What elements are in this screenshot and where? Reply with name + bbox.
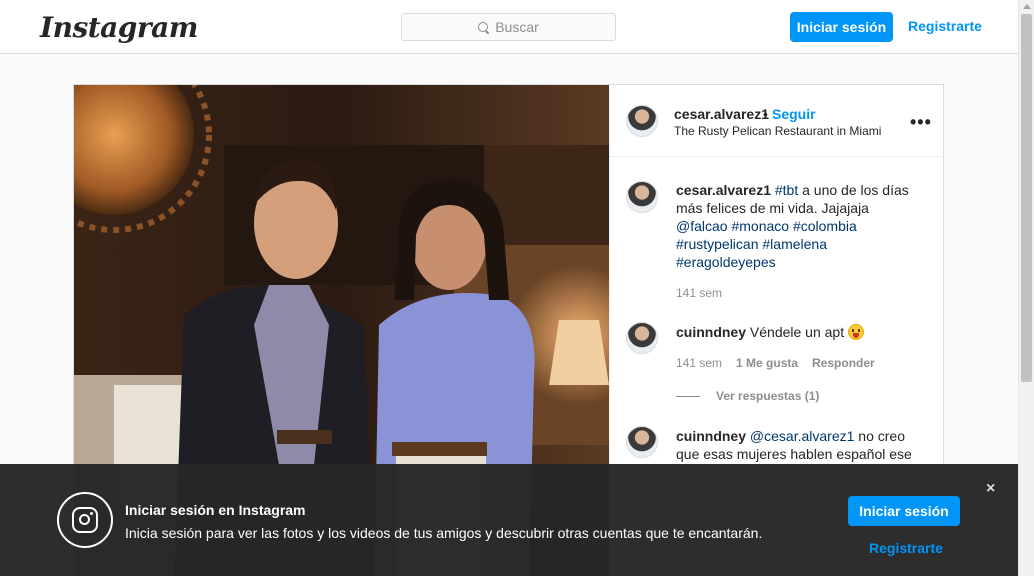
post-header: cesar.alvarez1 • Seguir The Rusty Pelica… [610,85,945,157]
view-replies-label: Ver respuestas (1) [716,389,820,403]
instagram-icon [57,492,113,548]
search-placeholder: Buscar [495,19,539,35]
comment-username[interactable]: cuinndney [676,324,746,340]
top-navbar: Instagram Buscar Iniciar sesión Registra… [0,0,1018,54]
register-link[interactable]: Registrarte [908,18,982,34]
search-input[interactable]: Buscar [401,13,616,41]
comment-mention[interactable]: @cesar.alvarez1 [750,428,854,444]
replies-divider [676,395,700,397]
tongue-emoji-icon [848,324,864,340]
caption-time[interactable]: 141 sem [676,286,722,300]
scroll-thumb[interactable] [1021,14,1032,382]
close-icon[interactable]: × [986,480,995,498]
hashtag-monaco[interactable]: #monaco [731,218,789,234]
comment-text: Véndele un apt [749,324,845,340]
hashtag-lamelena[interactable]: #lamelena [762,236,827,252]
separator-dot: • [763,106,768,122]
hashtag-eragoldeyepes[interactable]: #eragoldeyepes [676,254,776,270]
owner-username[interactable]: cesar.alvarez1 [674,106,769,122]
comment-likes[interactable]: 1 Me gusta [736,356,798,370]
post-location[interactable]: The Rusty Pelican Restaurant in Miami [674,124,881,138]
more-options-icon[interactable]: ••• [910,112,932,133]
hashtag-rustypelican[interactable]: #rustypelican [676,236,759,252]
vertical-scrollbar[interactable] [1018,0,1034,576]
post-caption: cesar.alvarez1 #tbt a uno de los días má… [676,181,921,271]
banner-title: Iniciar sesión en Instagram [125,502,306,518]
caption-avatar[interactable] [626,181,658,213]
comment-username[interactable]: cuinndney [676,428,746,444]
comment-meta: 141 sem 1 Me gusta Responder [676,356,875,370]
caption-meta: 141 sem [676,286,722,300]
mention-falcao[interactable]: @falcao [676,218,728,234]
search-icon [478,21,489,33]
comment-avatar[interactable] [626,426,658,458]
caption-username[interactable]: cesar.alvarez1 [676,182,771,198]
follow-button[interactable]: Seguir [772,106,816,122]
scroll-up-arrow-icon[interactable] [1023,4,1031,9]
comment-avatar[interactable] [626,322,658,354]
owner-avatar[interactable] [626,105,658,137]
banner-register-link[interactable]: Registrarte [869,540,943,556]
hashtag-tbt[interactable]: #tbt [775,182,798,198]
login-banner: Iniciar sesión en Instagram Inicia sesió… [0,464,1018,576]
banner-login-button[interactable]: Iniciar sesión [848,496,960,526]
instagram-logo[interactable]: Instagram [40,11,198,44]
hashtag-colombia[interactable]: #colombia [793,218,857,234]
reply-button[interactable]: Responder [812,356,875,370]
login-button[interactable]: Iniciar sesión [790,12,893,42]
camera-glyph-icon [72,507,98,533]
view-replies-button[interactable]: Ver respuestas (1) [676,389,819,403]
banner-subtitle: Inicia sesión para ver las fotos y los v… [125,525,763,541]
comment-time[interactable]: 141 sem [676,356,722,370]
comment: cuinndney Véndele un apt [676,323,921,341]
comment: cuinndney @cesar.alvarez1 no creo que es… [676,427,921,463]
